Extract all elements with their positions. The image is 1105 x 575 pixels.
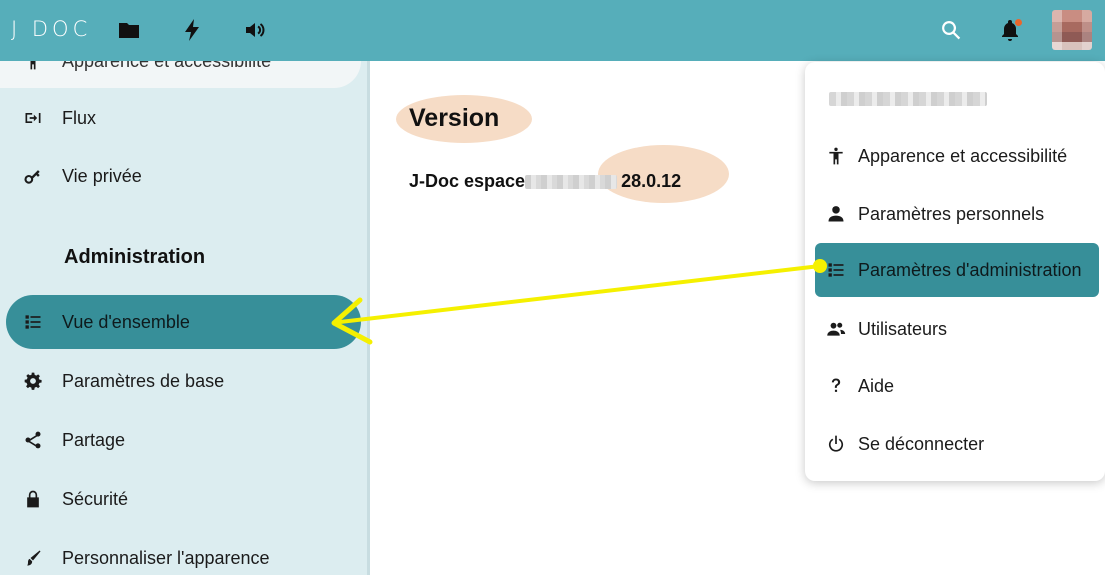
version-info: J-Doc espace 28.0.12: [409, 171, 681, 192]
user-avatar[interactable]: [1052, 10, 1092, 50]
speaker-icon: [246, 23, 265, 37]
user-menu-dropdown: Apparence et accessibilité Paramètres pe…: [805, 62, 1105, 481]
users-icon: [825, 318, 847, 340]
search-button[interactable]: [936, 15, 966, 45]
menu-item-label: Utilisateurs: [858, 318, 948, 339]
menu-item-logout[interactable]: Se déconnecter: [815, 417, 1099, 471]
lightning-icon: [185, 19, 199, 41]
sidebar-item-sharing[interactable]: Partage: [6, 413, 361, 467]
sidebar-item-label: Vie privée: [62, 165, 142, 186]
key-icon: [22, 165, 44, 187]
sidebar-item-label: Partage: [62, 429, 126, 450]
menu-item-label: Paramètres personnels: [858, 203, 1045, 224]
menu-item-label: Se déconnecter: [858, 433, 985, 454]
activity-app-button[interactable]: [177, 15, 207, 45]
lock-icon: [22, 488, 44, 510]
user-display-name-redacted: [829, 92, 987, 106]
menu-item-users[interactable]: Utilisateurs: [815, 302, 1099, 356]
sidebar-section-title: Administration: [64, 246, 206, 268]
gear-icon: [22, 370, 44, 392]
sidebar-item-theming[interactable]: Personnaliser l'apparence: [6, 531, 361, 575]
person-icon: [825, 203, 847, 225]
accessibility-icon: [825, 145, 847, 167]
menu-item-label: Aide: [858, 375, 895, 396]
redacted-text: [525, 174, 618, 189]
power-icon: [825, 433, 847, 455]
menu-item-admin-settings[interactable]: Paramètres d'administration: [815, 243, 1099, 297]
sidebar-item-label: Personnaliser l'apparence: [62, 547, 270, 568]
notifications-button[interactable]: [995, 15, 1025, 45]
sidebar-item-label: Flux: [62, 107, 97, 128]
version-heading: Version: [409, 104, 500, 132]
feed-icon: [22, 107, 44, 129]
sidebar-item-basic-settings[interactable]: Paramètres de base: [6, 354, 361, 408]
menu-item-label: Apparence et accessibilité: [858, 145, 1068, 166]
sidebar-item-privacy[interactable]: Vie privée: [6, 149, 361, 203]
help-icon: [825, 375, 847, 397]
app-logo[interactable]: J DOC: [11, 17, 91, 41]
files-app-button[interactable]: [114, 15, 144, 45]
menu-item-appearance[interactable]: Apparence et accessibilité: [815, 129, 1099, 183]
notification-dot: [1015, 19, 1022, 26]
menu-item-help[interactable]: Aide: [815, 359, 1099, 413]
sidebar-item-label: Apparence et accessibilité: [62, 61, 271, 72]
accessibility-icon: [22, 61, 44, 72]
search-icon: [942, 21, 961, 40]
sidebar-item-label: Sécurité: [62, 488, 129, 509]
folder-icon: [119, 23, 139, 38]
share-icon: [22, 429, 44, 451]
sidebar-item-label: Vue d'ensemble: [62, 311, 190, 332]
app-header: J DOC: [0, 0, 1105, 61]
settings-sidebar: Apparence et accessibilité Flux Vie priv…: [0, 61, 370, 575]
sidebar-item-flux[interactable]: Flux: [6, 91, 361, 145]
menu-item-personal-settings[interactable]: Paramètres personnels: [815, 187, 1099, 241]
version-product-name: J-Doc espace: [409, 171, 526, 191]
brush-icon: [22, 547, 44, 569]
menu-item-label: Paramètres d'administration: [858, 259, 1082, 280]
talk-app-button[interactable]: [240, 15, 270, 45]
sidebar-item-label: Paramètres de base: [62, 370, 225, 391]
list-icon: [825, 259, 847, 281]
sidebar-item-security[interactable]: Sécurité: [6, 472, 361, 526]
sidebar-item-overview[interactable]: Vue d'ensemble: [6, 295, 361, 349]
version-number: 28.0.12: [621, 171, 682, 191]
sidebar-item-appearance[interactable]: Apparence et accessibilité: [0, 61, 361, 88]
list-icon: [22, 311, 44, 333]
